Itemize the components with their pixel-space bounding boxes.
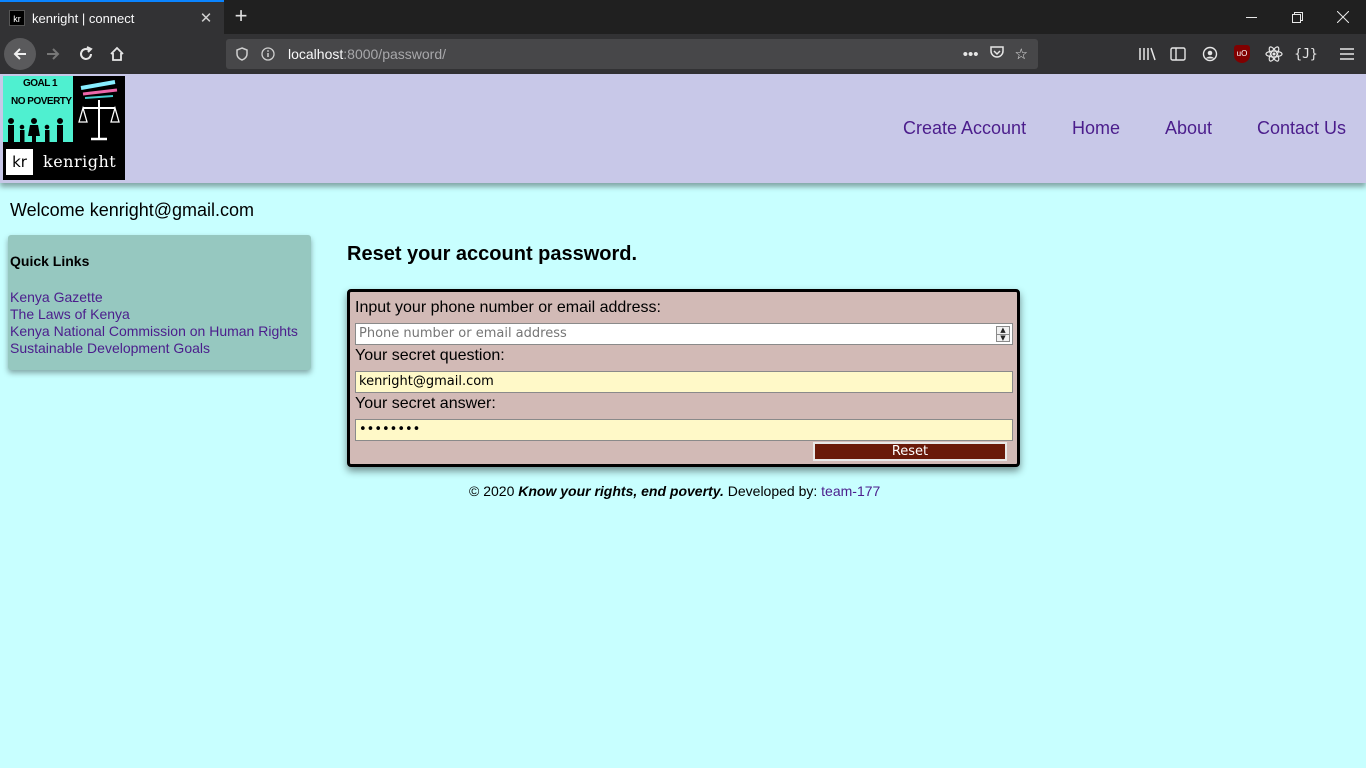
bookmark-star-icon[interactable]: ☆ — [1015, 45, 1028, 63]
footer: © 2020 Know your rights, end poverty. De… — [469, 483, 880, 499]
secret-answer-label: Your secret answer: — [355, 395, 496, 412]
reset-password-form: Input your phone number or email address… — [347, 289, 1020, 467]
developed-by: Developed by: — [727, 483, 818, 499]
page-title: Reset your account password. — [347, 243, 638, 265]
new-tab-icon[interactable]: + — [228, 3, 254, 29]
json-viewer-icon[interactable]: {J} — [1294, 43, 1317, 65]
phone-email-input[interactable]: Phone number or email address ▲ ▼ — [355, 323, 1013, 345]
logo-name: kenright — [43, 152, 117, 171]
sidebar-icon[interactable] — [1167, 43, 1189, 65]
kr-monogram: kr — [6, 149, 33, 175]
reload-icon[interactable] — [71, 39, 101, 69]
quick-links-list: Kenya Gazette The Laws of Kenya Kenya Na… — [10, 289, 298, 357]
secret-answer-input[interactable]: •••••••• — [355, 419, 1013, 441]
tab-title: kenright | connect — [32, 10, 135, 26]
pocket-icon[interactable] — [989, 44, 1005, 64]
site-header: GOAL 1 NO POVERTY kr kenright Create Acc… — [0, 74, 1366, 183]
link-knchr[interactable]: Kenya National Commission on Human Right… — [10, 323, 298, 340]
back-icon[interactable] — [4, 38, 36, 70]
welcome-message: Welcome kenright@gmail.com — [10, 200, 255, 220]
kenright-logo[interactable]: GOAL 1 NO POVERTY kr kenright — [3, 76, 125, 180]
browser-tab[interactable]: kr kenright | connect ✕ — [0, 0, 224, 34]
url-host: localhost — [288, 46, 344, 62]
browser-tab-bar: kr kenright | connect ✕ + — [0, 0, 1366, 34]
nav-about[interactable]: About — [1165, 118, 1212, 139]
site-info-icon[interactable] — [258, 44, 278, 64]
minimize-icon[interactable] — [1228, 0, 1274, 34]
number-spinner[interactable]: ▲ ▼ — [996, 326, 1010, 342]
team-link[interactable]: team-177 — [821, 483, 880, 499]
nav-contact-us[interactable]: Contact Us — [1257, 118, 1346, 139]
page-actions-icon[interactable]: ••• — [963, 46, 979, 63]
link-laws-of-kenya[interactable]: The Laws of Kenya — [10, 306, 298, 323]
reset-button[interactable]: Reset — [813, 442, 1007, 461]
family-icon — [8, 118, 63, 143]
quick-links-panel: Quick Links Kenya Gazette The Laws of Ke… — [8, 235, 311, 370]
close-tab-icon[interactable]: ✕ — [194, 6, 218, 30]
menu-icon[interactable] — [1336, 43, 1358, 65]
home-icon[interactable] — [102, 39, 132, 69]
url-bar[interactable]: localhost:8000/password/ ••• ☆ — [226, 39, 1038, 69]
justice-scale-icon — [78, 80, 120, 141]
ublock-origin-icon[interactable]: uO — [1231, 43, 1253, 65]
spinner-up-icon[interactable]: ▲ — [997, 327, 1009, 334]
goal-label: GOAL 1 — [23, 78, 58, 89]
close-window-icon[interactable] — [1320, 0, 1366, 34]
forward-icon[interactable] — [38, 39, 68, 69]
browser-toolbar: localhost:8000/password/ ••• ☆ uO {J} — [0, 34, 1366, 74]
copyright: © 2020 — [469, 483, 515, 499]
favicon-icon: kr — [9, 10, 25, 26]
spinner-down-icon[interactable]: ▼ — [997, 334, 1009, 342]
tagline: Know your rights, end poverty. — [518, 483, 724, 499]
tracking-shield-icon[interactable] — [232, 44, 252, 64]
url-text: localhost:8000/password/ — [288, 46, 963, 62]
link-sdgs[interactable]: Sustainable Development Goals — [10, 340, 298, 357]
library-icon[interactable] — [1136, 43, 1158, 65]
link-kenya-gazette[interactable]: Kenya Gazette — [10, 289, 298, 306]
nav-home[interactable]: Home — [1072, 118, 1120, 139]
quick-links-title: Quick Links — [10, 253, 90, 269]
url-path: :8000/password/ — [343, 46, 446, 62]
restore-icon[interactable] — [1274, 0, 1320, 34]
nav-create-account[interactable]: Create Account — [903, 118, 1026, 139]
account-icon[interactable] — [1199, 43, 1221, 65]
secret-question-input[interactable]: kenright@gmail.com — [355, 371, 1013, 393]
phone-email-placeholder: Phone number or email address — [359, 326, 567, 341]
secret-question-label: Your secret question: — [355, 347, 505, 364]
phone-email-label: Input your phone number or email address… — [355, 299, 661, 316]
no-poverty-label: NO POVERTY — [11, 96, 72, 107]
react-devtools-icon[interactable] — [1263, 43, 1285, 65]
